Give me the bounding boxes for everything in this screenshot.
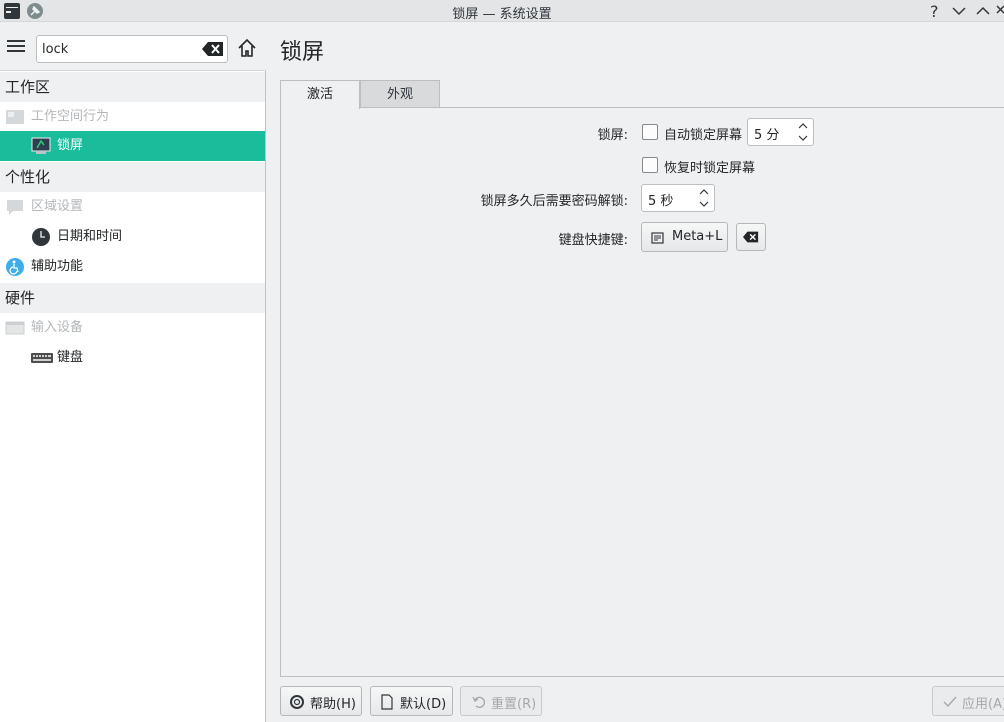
help-button[interactable]: 帮助(H) xyxy=(280,686,362,716)
clear-search-icon[interactable] xyxy=(201,40,225,58)
sidebar-item-workspace-behavior[interactable]: 工作空间行为 xyxy=(0,102,265,132)
sidebar-item-input-devices[interactable]: 输入设备 xyxy=(0,313,265,343)
sidebar-item-region[interactable]: 区域设置 xyxy=(0,192,265,222)
sidebar-item-label: 辅助功能 xyxy=(31,259,84,274)
apply-button-label: 应用(A) xyxy=(962,697,1004,712)
sidebar-item-label: 工作空间行为 xyxy=(31,109,110,124)
maximize-icon[interactable] xyxy=(974,2,992,20)
shortcut-button[interactable]: Meta+L xyxy=(641,222,728,252)
sidebar-item-date-time[interactable]: 日期和时间 xyxy=(0,222,265,252)
reset-button-label: 重置(R) xyxy=(491,697,537,712)
clock-icon xyxy=(32,228,50,246)
defaults-button-label: 默认(D) xyxy=(400,697,447,712)
sidebar-item-label: 锁屏 xyxy=(57,138,84,153)
auto-lock-timeout-spinbox[interactable]: 5 分 xyxy=(747,118,814,146)
lock-screen-icon xyxy=(31,137,51,154)
title-bar: 锁屏 — 系统设置 ? xyxy=(0,0,1004,22)
accessibility-icon xyxy=(6,258,24,276)
spinbox-value: 5 分 xyxy=(754,128,780,143)
apply-button[interactable]: 应用(A) xyxy=(932,686,1004,716)
shortcut-value: Meta+L xyxy=(672,229,723,244)
document-icon xyxy=(381,694,393,710)
search-input[interactable] xyxy=(42,39,192,59)
region-icon xyxy=(7,200,23,215)
tab-appearance[interactable]: 外观 xyxy=(360,80,440,108)
spinbox-value: 5 秒 xyxy=(648,194,674,209)
sidebar-item-label: 键盘 xyxy=(57,350,84,365)
password-delay-spinbox[interactable]: 5 秒 xyxy=(641,184,715,212)
category-header-workspace: 工作区 xyxy=(0,72,265,102)
tab-activation[interactable]: 激活 xyxy=(280,80,360,109)
home-icon[interactable] xyxy=(236,37,258,59)
clear-icon xyxy=(743,231,759,243)
page-title: 锁屏 xyxy=(280,40,325,65)
help-icon[interactable]: ? xyxy=(926,2,944,20)
system-settings-window: 锁屏 — 系统设置 ? lock 工作区 工作空间行为 锁屏 个性化 区域设置 … xyxy=(0,0,1004,722)
workspace-icon xyxy=(6,110,24,124)
window-title: 锁屏 — 系统设置 xyxy=(452,7,552,22)
spin-arrows-icon[interactable] xyxy=(698,187,710,209)
svg-text:?: ? xyxy=(930,2,939,20)
undo-icon xyxy=(472,696,485,708)
defaults-button[interactable]: 默认(D) xyxy=(370,686,453,716)
resume-lock-checkbox[interactable] xyxy=(642,157,658,173)
sidebar-item-label: 输入设备 xyxy=(31,320,84,335)
password-delay-label: 锁屏多久后需要密码解锁: xyxy=(480,194,628,209)
lock-screen-label: 锁屏: xyxy=(597,128,628,143)
shortcut-label: 键盘快捷键: xyxy=(558,233,628,248)
help-button-label: 帮助(H) xyxy=(310,697,356,712)
input-devices-icon xyxy=(5,321,25,335)
sidebar-item-lock-screen[interactable]: 锁屏 xyxy=(0,131,265,161)
menu-icon[interactable] xyxy=(5,37,27,57)
auto-lock-label[interactable]: 自动锁定屏幕 xyxy=(664,124,742,143)
checkmark-icon xyxy=(943,696,957,708)
keyboard-icon xyxy=(31,353,53,363)
resume-lock-label[interactable]: 恢复时锁定屏幕 xyxy=(664,157,755,176)
sidebar-item-keyboard[interactable]: 键盘 xyxy=(0,343,265,373)
search-field[interactable] xyxy=(36,35,228,63)
sidebar-item-accessibility[interactable]: 辅助功能 xyxy=(0,252,265,282)
sidebar-item-label: 日期和时间 xyxy=(57,229,123,244)
clear-shortcut-button[interactable] xyxy=(736,223,766,251)
sidebar: 工作区 工作空间行为 锁屏 个性化 区域设置 xyxy=(0,22,266,722)
reset-button[interactable]: 重置(R) xyxy=(460,686,542,716)
minimize-icon[interactable] xyxy=(950,2,968,20)
spin-arrows-icon[interactable] xyxy=(797,121,809,143)
category-header-personalization: 个性化 xyxy=(0,162,265,192)
sidebar-item-label: 区域设置 xyxy=(31,199,84,214)
close-icon[interactable] xyxy=(996,2,1004,20)
category-header-hardware: 硬件 xyxy=(0,283,265,313)
lifebuoy-icon xyxy=(290,695,304,709)
sidebar-toolbar xyxy=(0,22,266,71)
shortcut-icon xyxy=(651,232,664,244)
auto-lock-checkbox[interactable] xyxy=(642,124,658,140)
